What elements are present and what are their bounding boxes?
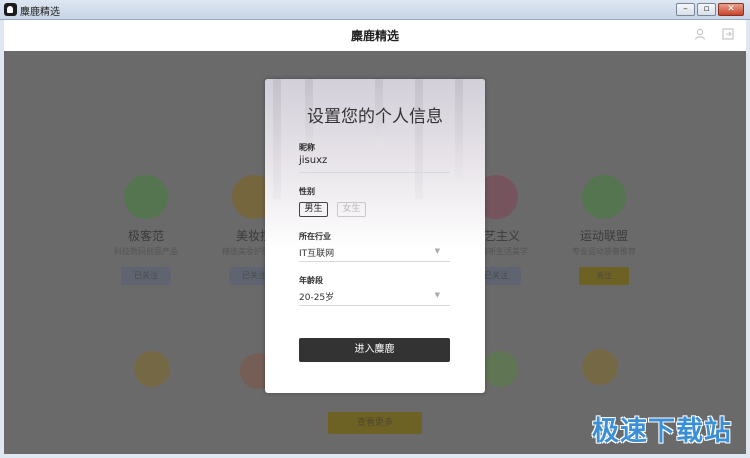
age-label: 年龄段 bbox=[299, 276, 323, 285]
dialog-title: 设置您的个人信息 bbox=[307, 107, 443, 127]
category-thumbnail-icon bbox=[482, 351, 518, 387]
close-button[interactable]: ✕ bbox=[718, 3, 744, 16]
window-frame-bottom bbox=[0, 454, 750, 458]
window-frame-right bbox=[746, 20, 750, 458]
chevron-down-icon: ▼ bbox=[434, 247, 440, 255]
app-header: 麋鹿精选 bbox=[4, 20, 746, 51]
age-underline bbox=[299, 305, 450, 306]
profile-setup-dialog: 设置您的个人信息 昵称 jisuxz 性别 男生 女生 所在行业 IT互联网 ▼… bbox=[265, 79, 485, 393]
gender-female-option[interactable]: 女生 bbox=[337, 202, 366, 217]
sports-icon bbox=[582, 175, 626, 219]
category-name: 极客范 bbox=[127, 229, 164, 243]
app-logo-icon bbox=[4, 3, 17, 16]
industry-value: IT互联网 bbox=[299, 249, 335, 259]
enter-button[interactable]: 进入麋鹿 bbox=[299, 338, 450, 362]
category-thumbnail-icon bbox=[134, 351, 170, 387]
brand-title: 麋鹿精选 bbox=[350, 29, 399, 43]
industry-label: 所在行业 bbox=[299, 232, 331, 241]
industry-underline bbox=[299, 261, 450, 262]
window-frame-left bbox=[0, 20, 4, 458]
category-subtitle: 科技数码创意产品 bbox=[114, 247, 178, 256]
restore-button[interactable]: ▫ bbox=[697, 3, 716, 16]
view-more-button[interactable]: 查看更多 bbox=[328, 412, 422, 434]
geek-glasses-icon bbox=[124, 175, 168, 219]
age-value: 20-25岁 bbox=[299, 293, 335, 303]
follow-button[interactable]: 关注 bbox=[579, 267, 629, 285]
window-controls: – ▫ ✕ bbox=[676, 3, 744, 16]
nickname-underline bbox=[299, 172, 450, 173]
industry-select[interactable]: IT互联网 ▼ bbox=[299, 246, 450, 260]
gender-male-option[interactable]: 男生 bbox=[299, 202, 328, 217]
user-icon[interactable] bbox=[694, 28, 706, 40]
age-select[interactable]: 20-25岁 ▼ bbox=[299, 290, 450, 304]
nickname-label: 昵称 bbox=[299, 143, 315, 152]
window-title: 麋鹿精选 bbox=[20, 7, 60, 18]
gender-label: 性别 bbox=[299, 187, 315, 196]
category-name: 运动联盟 bbox=[579, 229, 628, 243]
minimize-button[interactable]: – bbox=[676, 3, 695, 16]
category-card[interactable]: 运动联盟 专业运动装备推荐 关注 bbox=[554, 175, 654, 285]
chevron-down-icon: ▼ bbox=[434, 291, 440, 299]
category-subtitle: 专业运动装备推荐 bbox=[572, 247, 636, 256]
window-titlebar: 麋鹿精选 – ▫ ✕ bbox=[0, 0, 750, 20]
follow-button[interactable]: 已关注 bbox=[121, 267, 171, 285]
watermark-text: 极速下载站 bbox=[592, 416, 732, 447]
category-thumbnail-icon bbox=[582, 349, 618, 385]
nickname-input[interactable]: jisuxz bbox=[299, 155, 327, 166]
category-card[interactable]: 极客范 科技数码创意产品 已关注 bbox=[96, 175, 196, 285]
logout-icon[interactable] bbox=[722, 28, 734, 40]
